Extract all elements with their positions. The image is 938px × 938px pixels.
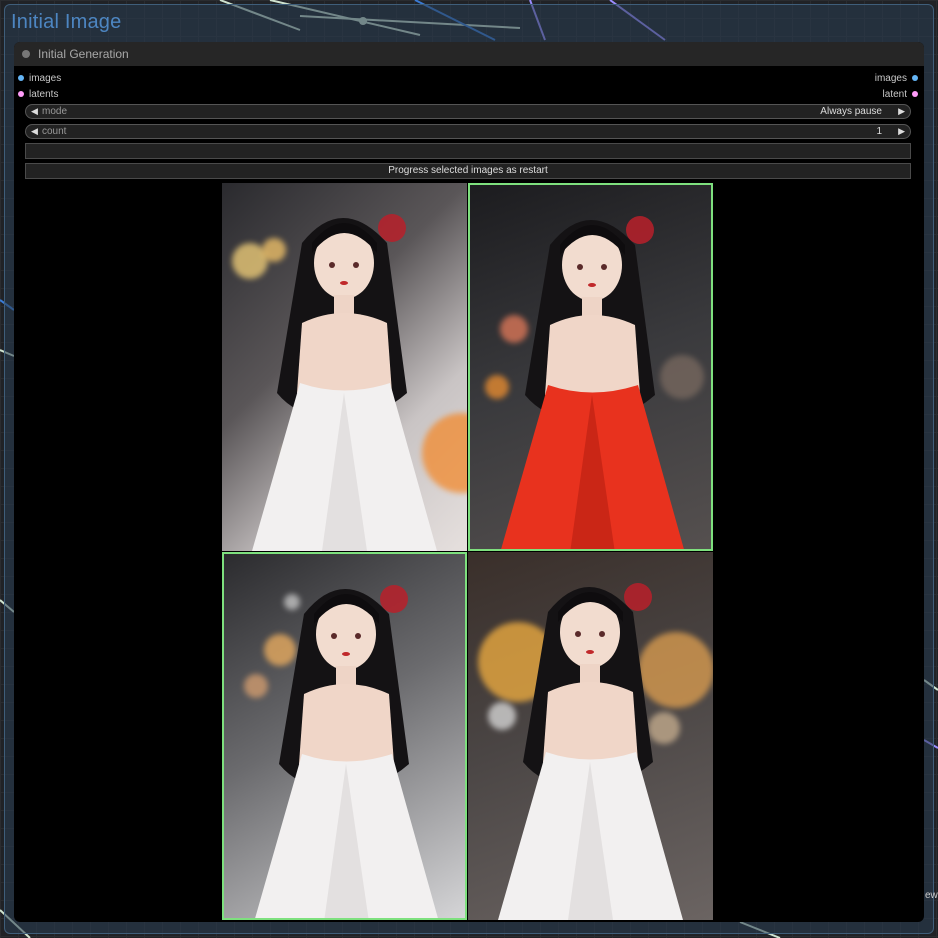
image-thumbnail-4[interactable] xyxy=(468,552,713,920)
image-thumbnail-1[interactable] xyxy=(222,183,467,551)
mode-combo-widget[interactable]: ◀ mode Always pause ▶ xyxy=(25,104,911,119)
node-header[interactable]: Initial Generation xyxy=(14,42,924,66)
figure-illustration xyxy=(252,214,437,551)
output-label-images: images xyxy=(874,73,907,84)
mode-widget-value: Always pause xyxy=(820,106,882,117)
mode-widget-name: mode xyxy=(42,106,68,117)
input-label-images: images xyxy=(29,73,62,84)
node-title: Initial Generation xyxy=(38,47,129,61)
decrement-arrow-icon[interactable]: ◀ xyxy=(31,126,38,137)
output-slot-images-icon[interactable] xyxy=(912,75,918,81)
count-widget-name: count xyxy=(42,126,67,137)
figure-illustration xyxy=(255,585,438,918)
figure-illustration xyxy=(501,216,684,549)
text-input-field[interactable] xyxy=(25,143,911,159)
count-widget-value: 1 xyxy=(876,126,882,137)
image-thumbnail-3[interactable] xyxy=(222,552,467,920)
progress-selected-button[interactable]: Progress selected images as restart xyxy=(25,163,911,179)
collapse-dot-icon[interactable] xyxy=(22,50,30,58)
input-label-latents: latents xyxy=(29,89,59,100)
offscreen-node-text: ew xyxy=(925,890,938,901)
output-slot-latent-icon[interactable] xyxy=(912,91,918,97)
initial-generation-node[interactable]: Initial Generation images latents images… xyxy=(14,42,924,922)
figure-illustration xyxy=(498,583,683,920)
right-arrow-icon[interactable]: ▶ xyxy=(898,106,905,117)
output-label-latent: latent xyxy=(882,89,907,100)
input-slot-latents-icon[interactable] xyxy=(18,91,24,97)
group-title[interactable]: Initial Image xyxy=(11,11,121,34)
image-thumbnail-2[interactable] xyxy=(468,183,713,551)
increment-arrow-icon[interactable]: ▶ xyxy=(898,126,905,137)
input-slot-images-icon[interactable] xyxy=(18,75,24,81)
left-arrow-icon[interactable]: ◀ xyxy=(31,106,38,117)
count-number-widget[interactable]: ◀ count 1 ▶ xyxy=(25,124,911,139)
